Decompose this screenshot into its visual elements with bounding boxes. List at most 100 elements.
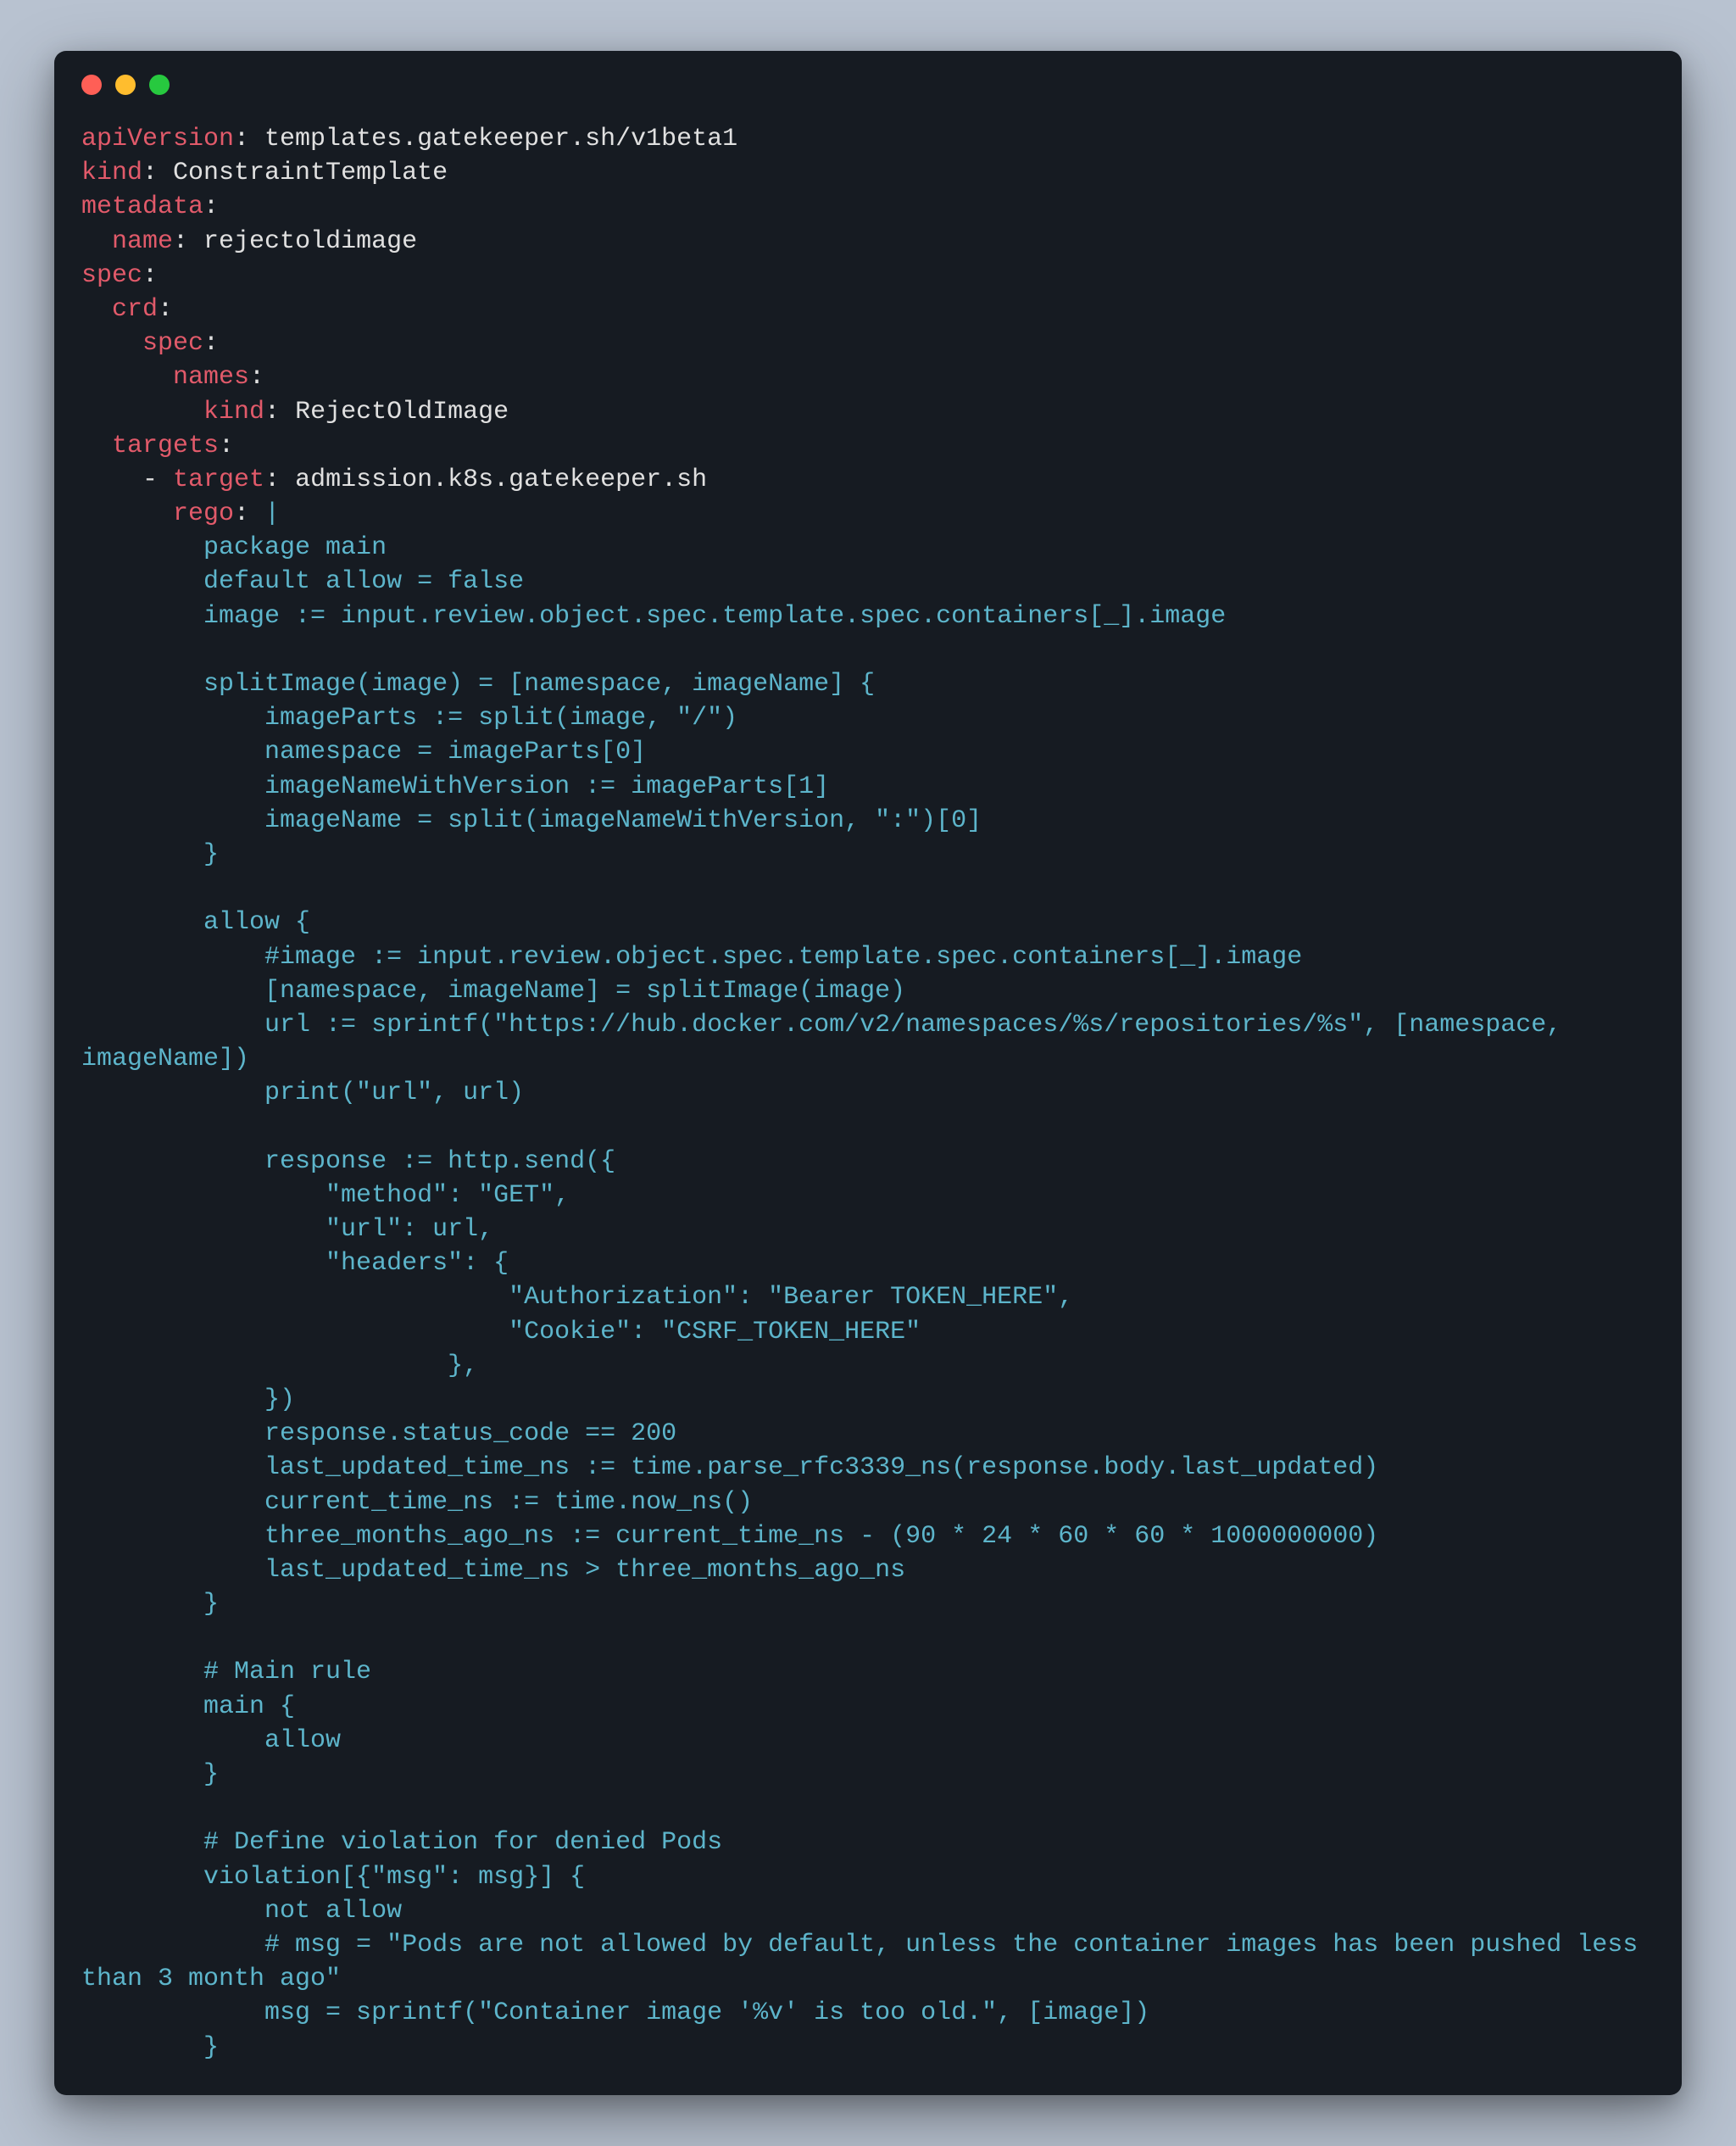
rego-line: last_updated_time_ns > three_months_ago_…: [203, 1556, 905, 1585]
rego-line: imageName = split(imageNameWithVersion, …: [203, 806, 982, 835]
indent: [81, 499, 173, 528]
yaml-value: templates.gatekeeper.sh/v1beta1: [264, 125, 737, 153]
rego-line: "headers": {: [203, 1249, 509, 1278]
indent: [81, 1147, 203, 1176]
yaml-pipe: |: [264, 499, 280, 528]
indent: [81, 1453, 203, 1482]
rego-line: "Cookie": "CSRF_TOKEN_HERE": [203, 1318, 921, 1346]
indent: [81, 1283, 203, 1312]
rego-line: }): [203, 1385, 295, 1414]
indent: [81, 1692, 203, 1721]
indent: [81, 1249, 203, 1278]
rego-line: # Main rule: [203, 1658, 371, 1686]
yaml-key: spec: [81, 261, 142, 290]
rego-line: #image := input.review.object.spec.templ…: [203, 943, 1302, 972]
indent: [81, 1590, 203, 1619]
rego-line: image := input.review.object.spec.templa…: [203, 602, 1226, 631]
rego-line: }: [203, 1760, 219, 1789]
rego-line: }: [203, 840, 219, 869]
indent: [81, 1215, 203, 1244]
terminal-window: apiVersion: templates.gatekeeper.sh/v1be…: [54, 51, 1682, 2095]
indent: [81, 533, 203, 562]
yaml-dash: -: [142, 465, 158, 494]
indent: [81, 806, 203, 835]
indent: [81, 704, 203, 733]
indent: [81, 1318, 203, 1346]
indent: [81, 602, 203, 631]
rego-line: not allow: [203, 1897, 402, 1926]
indent: [81, 295, 112, 324]
rego-line: # Define violation for denied Pods: [203, 1828, 722, 1857]
indent: [81, 329, 142, 358]
indent: [81, 432, 112, 460]
rego-line: print("url", url): [203, 1079, 524, 1107]
rego-line: msg = sprintf("Container image '%v' is t…: [203, 1998, 1149, 2027]
indent: [81, 398, 203, 426]
rego-line: "url": url,: [203, 1215, 493, 1244]
yaml-key: target: [173, 465, 264, 494]
window-titlebar: [54, 51, 1682, 102]
indent: [81, 977, 203, 1006]
rego-line: response := http.send({: [203, 1147, 615, 1176]
indent: [81, 2033, 203, 2062]
rego-line: splitImage(image) = [namespace, imageNam…: [203, 670, 875, 699]
rego-line: violation[{"msg": msg}] {: [203, 1863, 585, 1892]
indent: [81, 567, 203, 596]
yaml-value: admission.k8s.gatekeeper.sh: [295, 465, 707, 494]
indent: [81, 1658, 203, 1686]
rego-line: url := sprintf("https://hub.docker.com/v…: [81, 1011, 1577, 1073]
indent: [81, 1726, 203, 1755]
minimize-icon[interactable]: [115, 75, 136, 95]
indent: [81, 1556, 203, 1585]
indent: [81, 1488, 203, 1517]
rego-line: # msg = "Pods are not allowed by default…: [81, 1931, 1653, 1993]
rego-line: }: [203, 1590, 219, 1619]
rego-line: namespace = imageParts[0]: [203, 738, 646, 766]
rego-line: "Authorization": "Bearer TOKEN_HERE",: [203, 1283, 1073, 1312]
rego-line: allow {: [203, 908, 310, 937]
rego-line: default allow = false: [203, 567, 524, 596]
indent: [81, 1998, 203, 2027]
indent: [81, 465, 142, 494]
rego-line: allow: [203, 1726, 341, 1755]
rego-line: }: [203, 2033, 219, 2062]
indent: [81, 670, 203, 699]
rego-line: main {: [203, 1692, 295, 1721]
indent: [81, 1760, 203, 1789]
rego-line: response.status_code == 200: [203, 1419, 676, 1448]
code-block: apiVersion: templates.gatekeeper.sh/v1be…: [54, 102, 1682, 2095]
yaml-key: kind: [203, 398, 264, 426]
rego-line: [namespace, imageName] = splitImage(imag…: [203, 977, 905, 1006]
indent: [81, 943, 203, 972]
indent: [81, 908, 203, 937]
yaml-key: name: [112, 227, 173, 256]
rego-line: imageParts := split(image, "/"): [203, 704, 737, 733]
indent: [81, 840, 203, 869]
indent: [81, 772, 203, 801]
yaml-key: rego: [173, 499, 234, 528]
indent: [81, 1931, 203, 1959]
close-icon[interactable]: [81, 75, 102, 95]
rego-line: package main: [203, 533, 387, 562]
yaml-key: spec: [142, 329, 203, 358]
yaml-value: rejectoldimage: [203, 227, 417, 256]
rego-line: },: [203, 1352, 478, 1380]
indent: [81, 1011, 203, 1040]
indent: [81, 1863, 203, 1892]
yaml-value: ConstraintTemplate: [173, 159, 448, 187]
rego-line: current_time_ns := time.now_ns(): [203, 1488, 753, 1517]
zoom-icon[interactable]: [149, 75, 170, 95]
indent: [81, 1897, 203, 1926]
yaml-value: RejectOldImage: [295, 398, 509, 426]
rego-line: imageNameWithVersion := imageParts[1]: [203, 772, 829, 801]
indent: [81, 1522, 203, 1551]
rego-line: three_months_ago_ns := current_time_ns -…: [203, 1522, 1378, 1551]
indent: [81, 738, 203, 766]
indent: [81, 1181, 203, 1210]
yaml-key: metadata: [81, 192, 203, 221]
yaml-key: names: [173, 363, 249, 392]
indent: [81, 227, 112, 256]
yaml-key: targets: [112, 432, 219, 460]
indent: [81, 1828, 203, 1857]
indent: [81, 1352, 203, 1380]
